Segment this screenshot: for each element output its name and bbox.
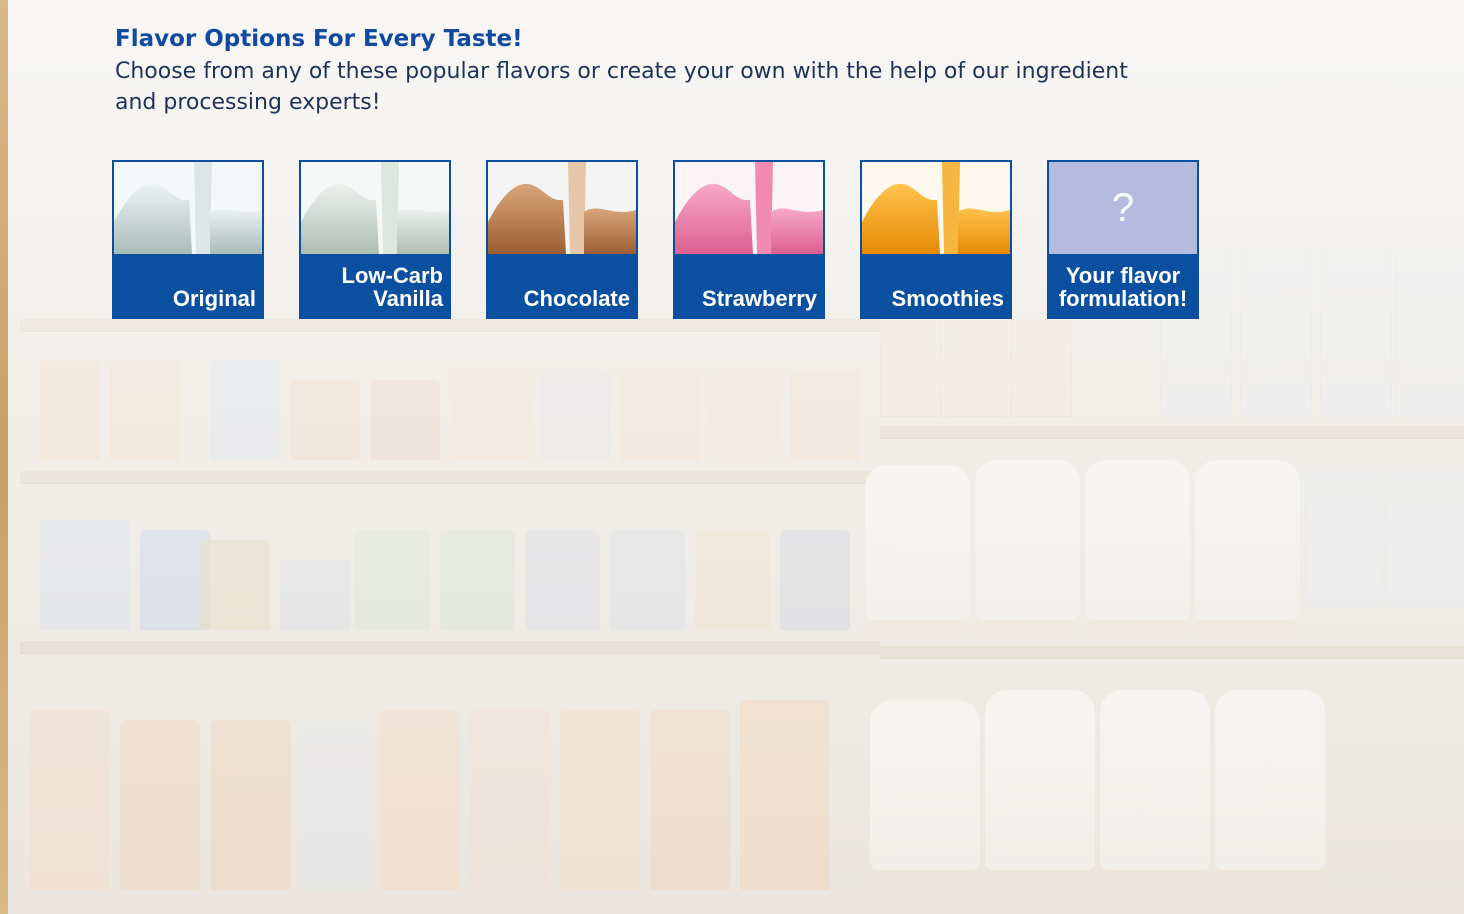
flavor-label: Your flavor formulation!	[1058, 263, 1188, 311]
flavor-tile-chocolate[interactable]: Chocolate	[486, 160, 638, 319]
custom-flavor-swatch: ?	[1049, 162, 1197, 254]
question-mark-icon: ?	[1111, 185, 1135, 230]
flavor-tile-smoothies[interactable]: Smoothies	[860, 160, 1012, 319]
flavor-label: Smoothies	[891, 286, 1004, 311]
flavor-tile-row: Original Low-Carb Vanilla Chocolate Stra…	[112, 160, 1199, 319]
page-title: Flavor Options For Every Taste!	[115, 26, 523, 52]
flavor-tile-original[interactable]: Original	[112, 160, 264, 319]
flavor-label: Chocolate	[523, 286, 630, 311]
flavor-label: Low-Carb Vanilla	[341, 263, 443, 311]
flavor-label: Original	[172, 286, 256, 311]
milk-splash-icon	[301, 162, 449, 254]
strawberry-splash-icon	[675, 162, 823, 254]
flavor-tile-low-carb-vanilla[interactable]: Low-Carb Vanilla	[299, 160, 451, 319]
flavor-label: Strawberry	[702, 286, 817, 311]
milk-splash-icon	[114, 162, 262, 254]
intro-text: Choose from any of these popular flavors…	[115, 59, 1128, 115]
chocolate-splash-icon	[488, 162, 636, 254]
supermarket-shelf-background	[0, 0, 1464, 914]
flavor-tile-strawberry[interactable]: Strawberry	[673, 160, 825, 319]
orange-splash-icon	[862, 162, 1010, 254]
left-border-strip	[0, 0, 8, 914]
flavor-tile-custom[interactable]: ? Your flavor formulation!	[1047, 160, 1199, 319]
flavor-options-section: Flavor Options For Every Taste! Choose f…	[115, 24, 1215, 118]
